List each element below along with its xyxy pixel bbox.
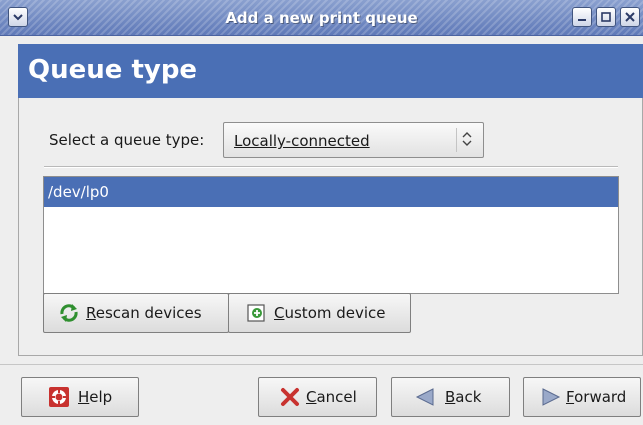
- help-button[interactable]: Help: [21, 377, 139, 417]
- arrow-left-icon: [415, 388, 434, 406]
- forward-button[interactable]: Forward: [523, 377, 641, 417]
- help-mnemonic: H: [78, 388, 90, 406]
- rescan-devices-button[interactable]: Rescan devices: [43, 293, 229, 333]
- chevron-up-down-icon: [462, 132, 472, 146]
- close-icon: [625, 12, 635, 22]
- cancel-label: Cancel: [306, 378, 357, 416]
- close-button[interactable]: [620, 7, 640, 27]
- page-header: Queue type: [18, 44, 643, 98]
- page-title: Queue type: [28, 55, 198, 85]
- device-list[interactable]: /dev/lp0: [43, 176, 619, 294]
- back-label: Back: [445, 378, 481, 416]
- rescan-rest: escan devices: [95, 304, 202, 322]
- list-item-selected[interactable]: /dev/lp0: [44, 177, 618, 207]
- forward-rest: orward: [574, 388, 627, 406]
- window-title-bar[interactable]: Add a new print queue: [0, 0, 643, 36]
- refresh-icon: [60, 304, 78, 322]
- maximize-icon: [601, 12, 611, 22]
- separator: [44, 166, 618, 168]
- minimize-button[interactable]: [572, 7, 592, 27]
- cancel-mnemonic: C: [306, 388, 317, 406]
- rescan-mnemonic: R: [86, 304, 96, 322]
- custom-rest: ustom device: [284, 304, 386, 322]
- custom-device-label: Custom device: [274, 294, 386, 332]
- help-rest: elp: [89, 388, 113, 406]
- arrow-right-icon: [542, 388, 561, 406]
- footer-divider: [0, 364, 643, 365]
- combo-arrow[interactable]: [456, 128, 477, 152]
- queue-type-label: Select a queue type:: [49, 131, 205, 149]
- window-title: Add a new print queue: [225, 9, 418, 27]
- queue-type-value: Locally-connected: [234, 131, 370, 151]
- custom-mnemonic: C: [274, 304, 285, 322]
- maximize-button[interactable]: [596, 7, 616, 27]
- custom-device-button[interactable]: Custom device: [228, 293, 411, 333]
- back-mnemonic: B: [445, 388, 456, 406]
- back-rest: ack: [455, 388, 482, 406]
- cancel-x-icon: [281, 388, 299, 406]
- lifebuoy-icon: [49, 387, 69, 407]
- rescan-devices-label: Rescan devices: [86, 294, 202, 332]
- cancel-button[interactable]: Cancel: [258, 377, 377, 417]
- minimize-icon: [578, 19, 586, 21]
- forward-mnemonic: F: [566, 388, 575, 406]
- add-device-icon: [247, 304, 265, 322]
- cancel-rest: ancel: [316, 388, 357, 406]
- forward-label: Forward: [566, 378, 626, 416]
- help-label: Help: [78, 378, 112, 416]
- queue-type-value-text: Locally-connected: [234, 132, 370, 150]
- back-button[interactable]: Back: [391, 377, 510, 417]
- queue-type-select[interactable]: Locally-connected: [223, 122, 484, 158]
